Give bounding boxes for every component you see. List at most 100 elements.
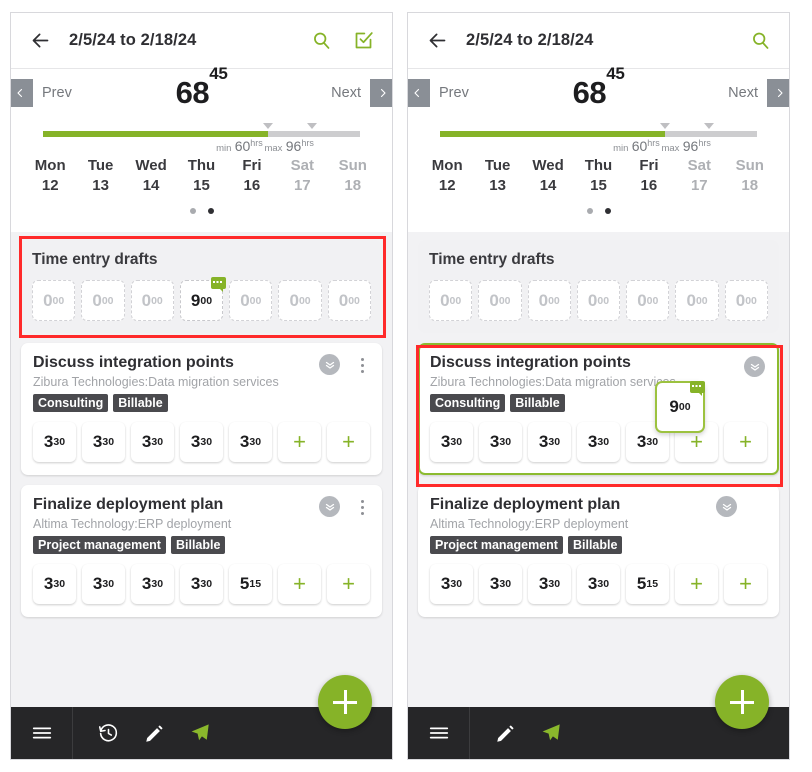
- time-slot[interactable]: 5 15: [626, 564, 669, 604]
- time-slot[interactable]: 3 30: [430, 422, 473, 462]
- time-slot[interactable]: 3 30: [528, 564, 571, 604]
- page-dot[interactable]: [189, 208, 196, 214]
- task-card[interactable]: Finalize deployment plan Altima Technolog…: [418, 485, 779, 617]
- add-entry-fab[interactable]: [715, 675, 769, 729]
- day-column-thu[interactable]: Thu 15: [573, 157, 623, 194]
- draft-chip[interactable]: 0 00: [130, 280, 174, 321]
- submit-check-icon[interactable]: [348, 26, 378, 56]
- overflow-menu-icon[interactable]: [352, 495, 372, 519]
- task-subtitle: Zibura Technologies:Data migration servi…: [33, 375, 279, 389]
- collapse-toggle-icon[interactable]: [319, 354, 340, 375]
- nav-send-icon[interactable]: [177, 722, 223, 744]
- time-slot[interactable]: 3 30: [229, 422, 272, 462]
- add-time-button[interactable]: +: [327, 564, 370, 604]
- day-column-thu[interactable]: Thu 15: [176, 157, 226, 194]
- collapse-toggle-icon[interactable]: [744, 356, 765, 377]
- add-time-button[interactable]: +: [278, 422, 321, 462]
- day-column-fri[interactable]: Fri 16: [227, 157, 277, 194]
- draft-chip[interactable]: 0 00: [278, 280, 322, 321]
- draft-chip[interactable]: 0 00: [81, 280, 125, 321]
- task-card[interactable]: Finalize deployment plan Altima Technolog…: [21, 485, 382, 617]
- min-hours-mark: min 60hrs: [216, 138, 263, 154]
- page-dot[interactable]: [207, 208, 214, 214]
- task-slot-row: 3 30 3 30 3 30 3 30 3 30 + +: [430, 422, 767, 462]
- search-icon[interactable]: [745, 26, 775, 56]
- draft-chip[interactable]: 0 00: [429, 280, 473, 321]
- time-slot[interactable]: 3 30: [528, 422, 571, 462]
- draft-chip[interactable]: 0 00: [327, 280, 371, 321]
- draft-chip[interactable]: 0 00: [626, 280, 670, 321]
- draft-chip[interactable]: 0 00: [724, 280, 768, 321]
- time-slot[interactable]: 3 30: [577, 564, 620, 604]
- slot-hours: 3: [43, 432, 54, 451]
- collapse-toggle-icon[interactable]: [716, 496, 737, 517]
- dragged-time-chip[interactable]: 9 00: [655, 381, 705, 433]
- day-column-wed[interactable]: Wed 14: [126, 157, 176, 194]
- task-tag: Billable: [113, 394, 168, 412]
- time-slot[interactable]: 3 30: [479, 422, 522, 462]
- day-column-mon[interactable]: Mon 12: [25, 157, 75, 194]
- task-tag: Project management: [33, 536, 166, 554]
- nav-history-icon[interactable]: [85, 723, 131, 744]
- time-slot[interactable]: 3 30: [180, 422, 223, 462]
- day-strip: Mon 12 Tue 13 Wed 14 Thu 15 Fri 16 Sat 17 Sun 18: [11, 151, 392, 194]
- time-slot[interactable]: 3 30: [180, 564, 223, 604]
- time-slot[interactable]: 3 30: [577, 422, 620, 462]
- day-column-fri[interactable]: Fri 16: [624, 157, 674, 194]
- day-column-sat[interactable]: Sat 17: [674, 157, 724, 194]
- day-column-tue[interactable]: Tue 13: [472, 157, 522, 194]
- time-slot[interactable]: 3 30: [33, 422, 76, 462]
- nav-pencil-icon[interactable]: [131, 723, 177, 744]
- draft-chip[interactable]: 0 00: [478, 280, 522, 321]
- page-dot[interactable]: [604, 208, 611, 214]
- max-tick: [307, 123, 318, 129]
- day-name: Tue: [484, 157, 511, 174]
- page-dot[interactable]: [586, 208, 593, 214]
- overflow-menu-icon[interactable]: [352, 353, 372, 377]
- collapse-toggle-icon[interactable]: [319, 496, 340, 517]
- add-time-button[interactable]: +: [278, 564, 321, 604]
- total-hours: 6845: [11, 64, 392, 111]
- add-time-button[interactable]: +: [724, 422, 767, 462]
- draft-chip[interactable]: 0 00: [576, 280, 621, 321]
- day-column-wed[interactable]: Wed 14: [523, 157, 573, 194]
- time-slot[interactable]: 3 30: [430, 564, 473, 604]
- time-slot[interactable]: 3 30: [479, 564, 522, 604]
- day-column-sun[interactable]: Sun 18: [725, 157, 775, 194]
- add-time-button[interactable]: +: [675, 564, 718, 604]
- comment-badge-icon: [690, 381, 705, 396]
- time-slot[interactable]: 3 30: [82, 564, 125, 604]
- time-slot[interactable]: 5 15: [229, 564, 272, 604]
- nav-menu-icon[interactable]: [11, 707, 73, 759]
- day-number: 16: [243, 177, 261, 194]
- nav-send-icon[interactable]: [528, 722, 574, 744]
- nav-pencil-icon[interactable]: [482, 723, 528, 744]
- total-hours-value: 68: [572, 75, 607, 110]
- add-time-button[interactable]: +: [327, 422, 370, 462]
- draft-chip[interactable]: 9 00: [179, 277, 227, 321]
- nav-menu-icon[interactable]: [408, 707, 470, 759]
- slot-minutes: 30: [450, 436, 463, 448]
- task-tags: Consulting Billable: [33, 394, 370, 412]
- total-minutes-value: 45: [209, 64, 228, 84]
- time-slot[interactable]: 3 30: [131, 422, 174, 462]
- day-column-tue[interactable]: Tue 13: [75, 157, 125, 194]
- day-column-sun[interactable]: Sun 18: [328, 157, 378, 194]
- task-card[interactable]: Discuss integration points Zibura Technol…: [418, 343, 779, 475]
- task-card[interactable]: Discuss integration points Zibura Technol…: [21, 343, 382, 475]
- back-icon[interactable]: [25, 26, 55, 56]
- add-entry-fab[interactable]: [318, 675, 372, 729]
- time-slot[interactable]: 3 30: [82, 422, 125, 462]
- time-slot[interactable]: 3 30: [33, 564, 76, 604]
- add-time-button[interactable]: +: [724, 564, 767, 604]
- draft-chip[interactable]: 0 00: [32, 280, 76, 321]
- day-column-sat[interactable]: Sat 17: [277, 157, 327, 194]
- search-icon[interactable]: [306, 26, 336, 56]
- draft-chip[interactable]: 0 00: [675, 280, 719, 321]
- min-hours-mark: min 60hrs: [613, 138, 660, 154]
- time-slot[interactable]: 3 30: [131, 564, 174, 604]
- back-icon[interactable]: [422, 26, 452, 56]
- draft-chip[interactable]: 0 00: [527, 280, 571, 321]
- day-column-mon[interactable]: Mon 12: [422, 157, 472, 194]
- draft-chip[interactable]: 0 00: [229, 280, 273, 321]
